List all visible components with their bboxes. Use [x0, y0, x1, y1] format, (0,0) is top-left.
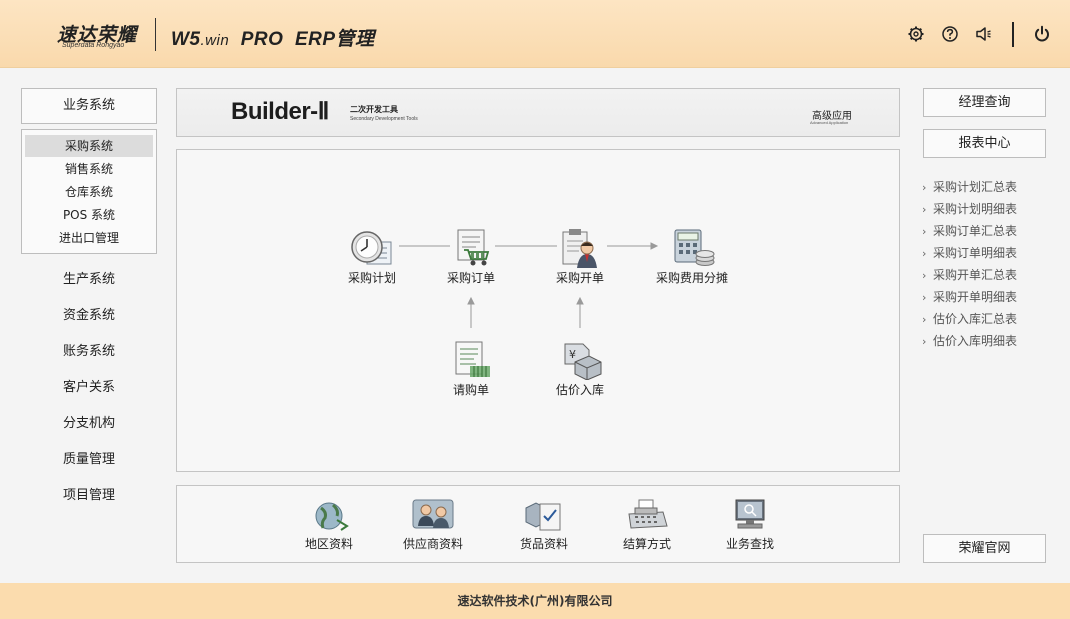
report-link[interactable]: › 采购计划明细表	[922, 198, 1017, 220]
banner-subtitle: 二次开发工具	[350, 105, 398, 114]
clerk-clipboard-icon	[562, 229, 597, 268]
cost-allocation-label: 采购费用分摊	[655, 271, 728, 285]
purchase-plan-label: 采购计划	[347, 271, 396, 285]
cart-document-icon	[457, 229, 490, 266]
speaker-icon[interactable]	[975, 25, 993, 43]
report-link-label: 采购计划明细表	[933, 202, 1018, 216]
report-link-label: 采购订单明细表	[933, 246, 1018, 260]
banner-title: Builder-Ⅱ	[231, 98, 329, 125]
settlement-method-label: 结算方式	[622, 537, 671, 551]
report-list: › 采购计划汇总表 › 采购计划明细表 › 采购订单汇总表 › 采购订单明细表 › 采购开…	[922, 176, 1017, 352]
monitor-search-icon	[735, 499, 765, 529]
chevron-right-icon: ›	[922, 247, 927, 260]
report-link-label: 采购订单汇总表	[933, 224, 1018, 238]
business-subsystem-menu: 采购系统 销售系统 仓库系统 POS 系统 进出口管理	[21, 129, 157, 254]
app-title: W5.win PRO ERP管理	[171, 24, 375, 51]
purchase-order-node[interactable]: 采购订单	[439, 228, 503, 286]
chevron-right-icon: ›	[922, 335, 927, 348]
goods-data-label: 货品资料	[519, 537, 568, 551]
chevron-right-icon: ›	[922, 225, 927, 238]
report-link[interactable]: › 采购开单汇总表	[922, 264, 1017, 286]
report-link[interactable]: › 采购计划汇总表	[922, 176, 1017, 198]
svg-text:¥: ¥	[569, 348, 576, 361]
purchase-plan-node[interactable]: 采购计划	[340, 228, 404, 286]
calculator-coins-icon	[674, 229, 715, 266]
estimated-stock-in-node[interactable]: ¥ 估价入库	[548, 340, 612, 398]
chevron-right-icon: ›	[922, 313, 927, 326]
report-link[interactable]: › 采购订单汇总表	[922, 220, 1017, 242]
sidebar-item-sales[interactable]: 销售系统	[25, 158, 153, 180]
report-link[interactable]: › 估价入库明细表	[922, 330, 1017, 352]
purchase-flow-panel: 采购计划 采购订单 采购开单 采购费用分摊 请购单 ¥ 估价入库	[176, 149, 900, 472]
official-site-button[interactable]: 荣耀官网	[923, 534, 1046, 563]
purchase-invoice-node[interactable]: 采购开单	[548, 228, 612, 286]
app-title-dot: .win	[200, 32, 230, 49]
cost-allocation-node[interactable]: 采购费用分摊	[647, 228, 737, 286]
chevron-right-icon: ›	[922, 181, 927, 194]
business-system-button[interactable]: 业务系统	[21, 88, 157, 124]
report-link-label: 估价入库汇总表	[933, 312, 1018, 326]
nav-accounting[interactable]: 账务系统	[21, 341, 157, 363]
region-data-label: 地区资料	[304, 537, 353, 551]
supplier-data-button[interactable]: 供应商资料	[393, 498, 473, 552]
app-title-rest: PRO ERP管理	[240, 29, 375, 50]
business-search-label: 业务查找	[725, 537, 774, 551]
footer-company: 速达软件技术(广州)有限公司	[0, 583, 1070, 619]
estimated-stock-in-label: 估价入库	[555, 383, 604, 397]
power-icon[interactable]	[1033, 25, 1051, 43]
sidebar-item-pos[interactable]: POS 系统	[25, 204, 153, 226]
report-center-button[interactable]: 报表中心	[923, 129, 1046, 158]
report-link-label: 采购计划汇总表	[933, 180, 1018, 194]
report-link-label: 采购开单明细表	[933, 290, 1018, 304]
globe-icon	[315, 502, 349, 531]
purchase-request-node[interactable]: 请购单	[439, 340, 503, 398]
header-divider	[155, 18, 156, 51]
nav-funds[interactable]: 资金系统	[21, 305, 157, 327]
chevron-right-icon: ›	[922, 269, 927, 282]
flow-connectors	[399, 242, 659, 328]
sidebar-item-import-export[interactable]: 进出口管理	[25, 227, 153, 249]
settlement-method-button[interactable]: 结算方式	[607, 498, 687, 552]
clock-document-icon	[351, 231, 392, 265]
purchase-order-label: 采购订单	[446, 271, 495, 285]
goods-data-button[interactable]: 货品资料	[504, 498, 584, 552]
help-icon[interactable]	[941, 25, 959, 43]
nav-branches[interactable]: 分支机构	[21, 413, 157, 435]
basic-data-toolbar: 地区资料 供应商资料 货品资料 结算方式 业务查找	[176, 485, 900, 563]
nav-quality[interactable]: 质量管理	[21, 449, 157, 471]
purchase-invoice-label: 采购开单	[555, 271, 604, 285]
region-data-button[interactable]: 地区资料	[289, 498, 369, 552]
app-title-main: W5	[171, 29, 201, 50]
report-link[interactable]: › 采购开单明细表	[922, 286, 1017, 308]
cash-register-icon	[628, 499, 668, 529]
advanced-app-label-en: Advanced Application	[810, 120, 849, 125]
gear-icon[interactable]	[907, 25, 925, 43]
builder-banner[interactable]: Builder-Ⅱ 二次开发工具 Secondary Development T…	[176, 88, 900, 137]
nav-production[interactable]: 生产系统	[21, 269, 157, 291]
sidebar-item-warehouse[interactable]: 仓库系统	[25, 181, 153, 203]
report-link[interactable]: › 估价入库汇总表	[922, 308, 1017, 330]
goods-checklist-icon	[525, 502, 561, 531]
logo-subtext: Superdata Rongyao	[62, 42, 125, 49]
report-link-label: 估价入库明细表	[933, 334, 1018, 348]
header-divider-right	[1012, 22, 1014, 47]
nav-projects[interactable]: 项目管理	[21, 485, 157, 507]
sidebar-item-purchase[interactable]: 采购系统	[25, 135, 153, 157]
manager-query-button[interactable]: 经理查询	[923, 88, 1046, 117]
app-header: 速达荣耀 Superdata Rongyao W5.win PRO ERP管理	[0, 0, 1070, 68]
banner-subtitle-en: Secondary Development Tools	[350, 116, 418, 122]
request-form-icon	[455, 341, 490, 377]
chevron-right-icon: ›	[922, 203, 927, 216]
nav-crm[interactable]: 客户关系	[21, 377, 157, 399]
report-link-label: 采购开单汇总表	[933, 268, 1018, 282]
supplier-data-label: 供应商资料	[402, 537, 463, 551]
price-box-icon: ¥	[564, 343, 602, 380]
people-icon	[412, 499, 454, 529]
purchase-request-label: 请购单	[452, 383, 489, 397]
report-link[interactable]: › 采购订单明细表	[922, 242, 1017, 264]
chevron-right-icon: ›	[922, 291, 927, 304]
business-search-button[interactable]: 业务查找	[710, 498, 790, 552]
